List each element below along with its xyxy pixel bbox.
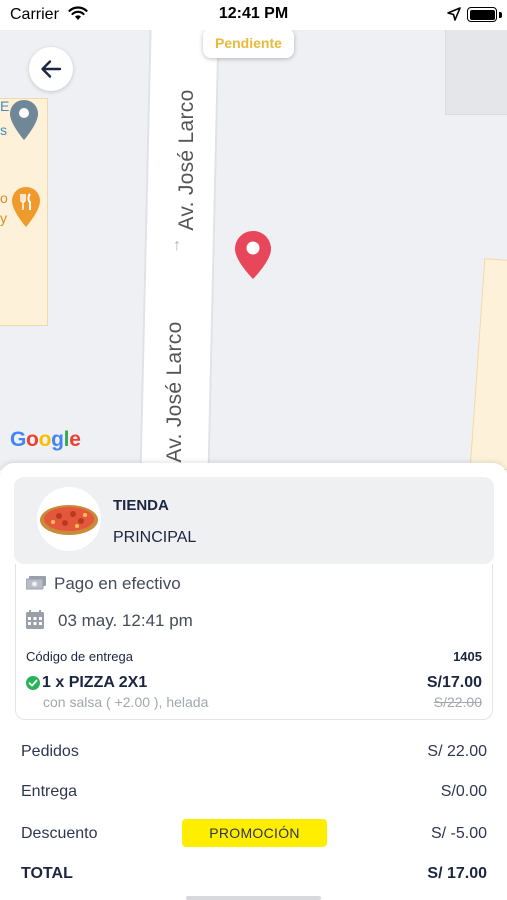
back-button[interactable] [29,47,73,91]
item-original-price: S/22.00 [433,694,482,710]
summary-row-delivery: Entrega S/0.00 [21,783,487,807]
total-value: S/ 17.00 [427,865,487,882]
clock: 12:41 PM [218,5,289,22]
item-name: 1 x PIZZA 2X1 [42,674,148,691]
orders-label: Pedidos [21,743,79,760]
discount-value: S/ -5.00 [430,825,487,842]
map-partial-label: E [0,98,10,114]
street-label: Av. José Larco [175,89,198,231]
status-bar: Carrier 12:41 PM [0,0,507,30]
store-avatar [37,487,101,551]
store-name: TIENDA [113,497,169,514]
payment-method: Pago en efectivo [54,574,181,593]
order-date: 03 may. 12:41 pm [58,611,193,630]
summary-row-total: TOTAL S/ 17.00 [21,865,487,889]
arrow-left-icon [41,60,62,78]
street-label: Av. José Larco [163,321,186,463]
cash-icon [26,576,46,590]
calendar-icon [26,610,44,629]
destination-pin-icon[interactable] [235,231,271,279]
location-arrow-icon [447,7,461,21]
map-partial-label: o [0,190,8,206]
battery-tip [499,12,502,18]
map-partial-label: y [0,210,7,226]
discount-label: Descuento [21,825,98,842]
order-details-sheet[interactable]: TIENDA PRINCIPAL Pago en efectivo 03 may… [0,463,507,900]
map-place-pin-icon[interactable] [10,100,38,140]
total-label: TOTAL [21,865,73,882]
map-view[interactable]: E s o y Av. José Larco Av. José Larco ↑ … [0,30,507,470]
delivery-label: Entrega [21,783,78,800]
item-description: con salsa ( +2.00 ), helada [43,694,209,710]
order-status-badge: Pendiente [203,30,294,58]
delivery-code: 1405 [453,649,482,664]
map-poi-block-right [469,258,507,470]
summary-row-discount: Descuento PROMOCIÓN S/ -5.00 [21,819,487,849]
map-partial-label: s [0,122,7,138]
google-logo: Google [10,428,81,451]
one-way-arrow-icon: ↑ [173,237,181,254]
restaurant-pin-icon[interactable] [12,187,40,227]
delivery-code-label: Código de entrega [26,649,133,664]
delivery-value: S/0.00 [440,783,487,800]
store-card[interactable]: TIENDA PRINCIPAL [14,477,494,564]
promo-badge: PROMOCIÓN [182,819,327,847]
map-building-block [445,30,507,115]
orders-value: S/ 22.00 [427,743,487,760]
home-indicator [186,896,321,900]
store-subtitle: PRINCIPAL [113,529,197,546]
check-circle-icon [26,676,40,690]
order-card: Pago en efectivo 03 may. 12:41 pm Código… [15,564,493,720]
pizza-icon [40,505,98,535]
summary-row-orders: Pedidos S/ 22.00 [21,743,487,767]
battery-icon [467,7,497,22]
item-price: S/17.00 [426,674,482,691]
